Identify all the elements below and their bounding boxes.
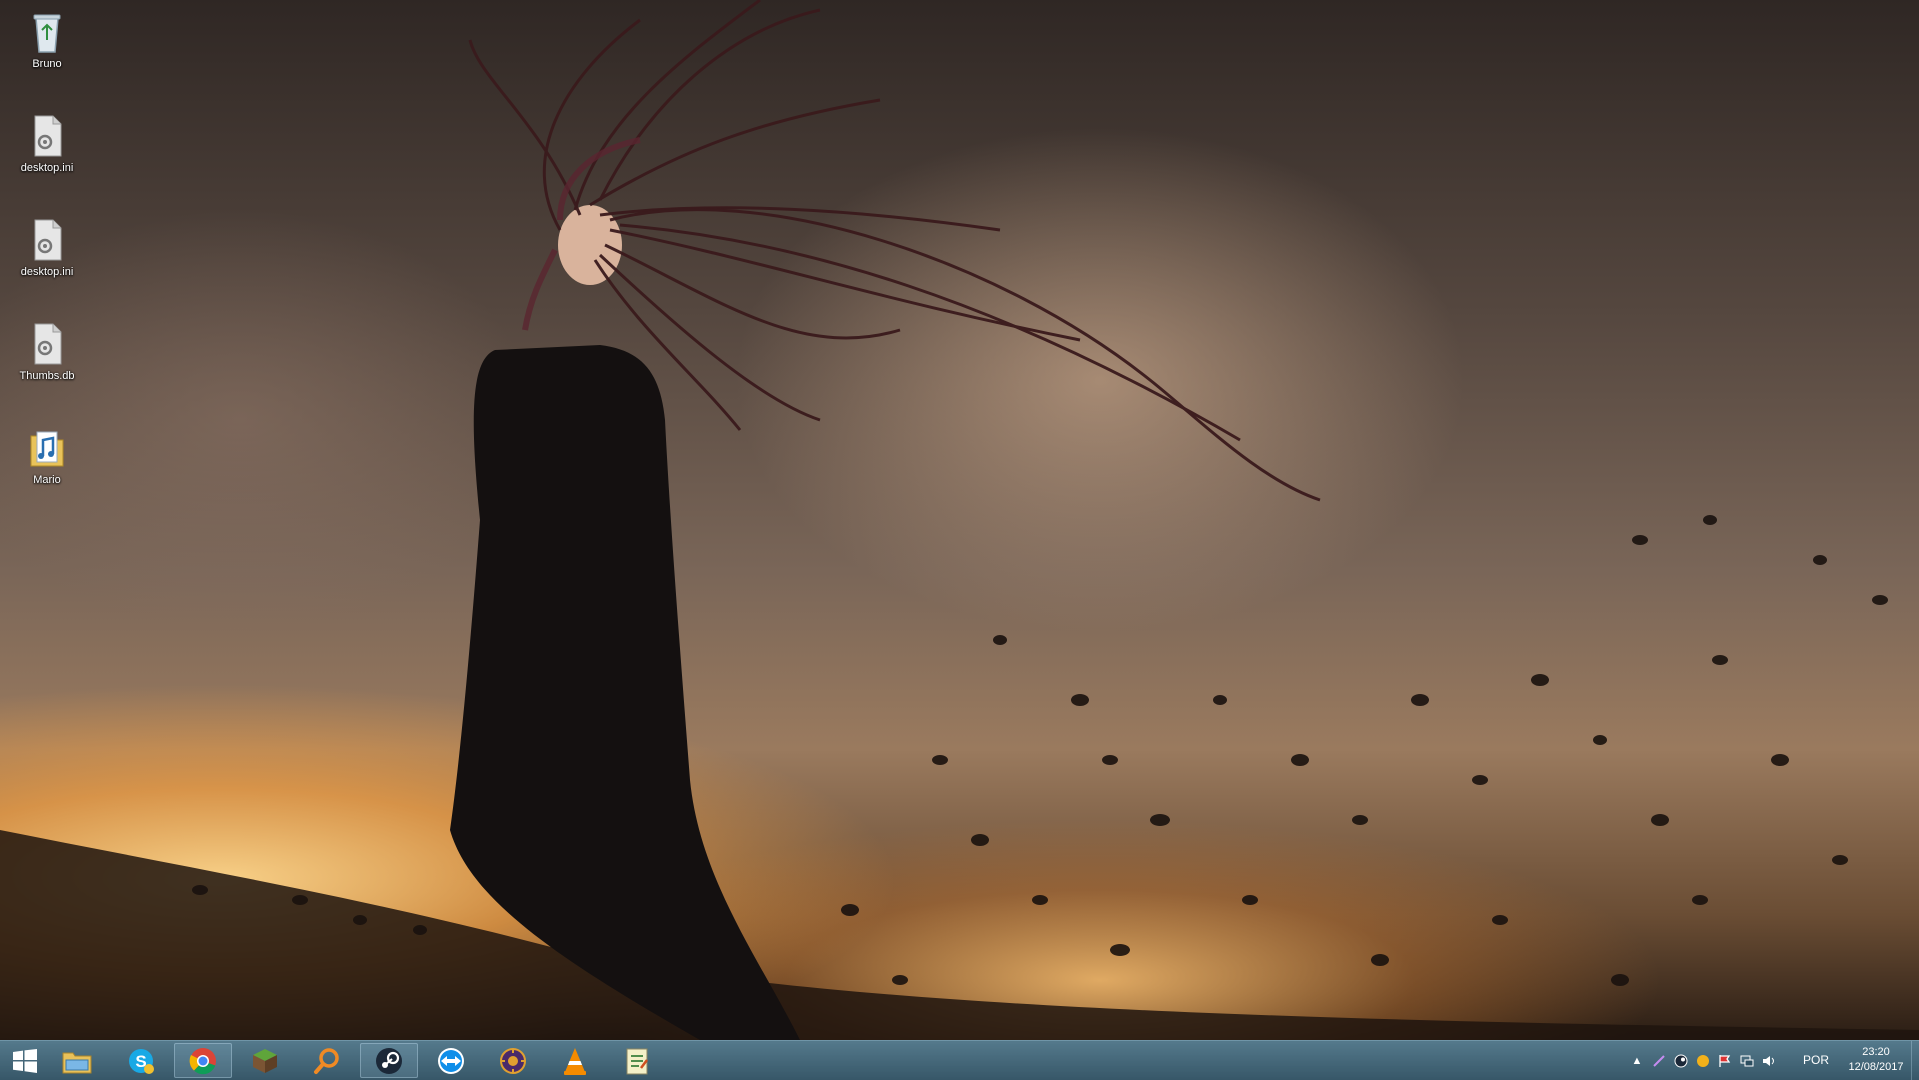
taskbar-clock[interactable]: 23:20 12/08/2017: [1836, 1045, 1916, 1075]
chrome-icon: [189, 1047, 216, 1074]
taskbar-chrome[interactable]: [174, 1043, 232, 1078]
desktop-icon-desktop-ini-1[interactable]: desktop.ini: [8, 108, 86, 194]
desktop-icon-recycle-bin[interactable]: Bruno: [8, 4, 86, 90]
settings-file-icon: [34, 219, 62, 261]
desktop-icon-label: Bruno: [32, 58, 62, 70]
minecraft-icon: [253, 1048, 277, 1073]
teamviewer-icon: [438, 1047, 464, 1074]
windows-logo-icon: [13, 1048, 37, 1073]
settings-file-icon: [34, 323, 62, 365]
notepad-app-icon: [626, 1048, 648, 1074]
steam-tray-icon[interactable]: [1673, 1053, 1689, 1069]
pen-tray-icon[interactable]: [1651, 1053, 1667, 1069]
desktop-icon-label: Mario: [33, 474, 61, 486]
desktop-icon-thumbs-db[interactable]: Thumbs.db: [8, 316, 86, 402]
recycle-bin-icon: [33, 14, 61, 53]
desktop-icon-label: desktop.ini: [20, 266, 74, 278]
taskbar-notepad-app[interactable]: [608, 1043, 666, 1078]
start-button[interactable]: [0, 1041, 50, 1080]
taskbar-skype[interactable]: S: [112, 1043, 170, 1078]
taskbar-game-launcher[interactable]: [484, 1043, 542, 1078]
desktop-wallpaper: [0, 0, 1919, 1040]
game-launcher-icon: [500, 1047, 526, 1074]
taskbar-vlc[interactable]: [546, 1043, 604, 1078]
search-magnifier-icon: [314, 1047, 339, 1074]
input-language-indicator[interactable]: POR: [1803, 1053, 1829, 1067]
wallpaper-art: [0, 0, 1919, 1040]
taskbar: S ▲ POR 23:20 12/08/2017: [0, 1040, 1919, 1080]
show-desktop-button[interactable]: [1911, 1041, 1919, 1080]
taskbar-teamviewer[interactable]: [422, 1043, 480, 1078]
file-explorer-icon: [62, 1052, 92, 1073]
taskbar-minecraft[interactable]: [236, 1043, 294, 1078]
system-tray: ▲: [1626, 1041, 1780, 1080]
desktop-icon-label: desktop.ini: [20, 162, 74, 174]
volume-icon[interactable]: [1761, 1053, 1777, 1069]
skype-icon: S: [129, 1048, 154, 1074]
desktop-icon-desktop-ini-2[interactable]: desktop.ini: [8, 212, 86, 298]
taskbar-steam[interactable]: [360, 1043, 418, 1078]
settings-file-icon: [34, 115, 62, 157]
taskbar-search-app[interactable]: [298, 1043, 356, 1078]
steam-icon: [376, 1047, 402, 1074]
desktop-icon-mario[interactable]: Mario: [8, 420, 86, 506]
action-center-flag-icon[interactable]: [1717, 1053, 1733, 1069]
security-tray-icon[interactable]: [1695, 1053, 1711, 1069]
network-icon[interactable]: [1739, 1053, 1755, 1069]
desktop-icon-label: Thumbs.db: [19, 370, 75, 382]
clock-date: 12/08/2017: [1848, 1061, 1904, 1073]
music-folder-icon: [30, 431, 64, 467]
vlc-icon: [564, 1047, 586, 1075]
taskbar-file-explorer[interactable]: [48, 1043, 106, 1078]
clock-time: 23:20: [1862, 1046, 1890, 1058]
show-hidden-icons-icon[interactable]: ▲: [1629, 1053, 1645, 1069]
